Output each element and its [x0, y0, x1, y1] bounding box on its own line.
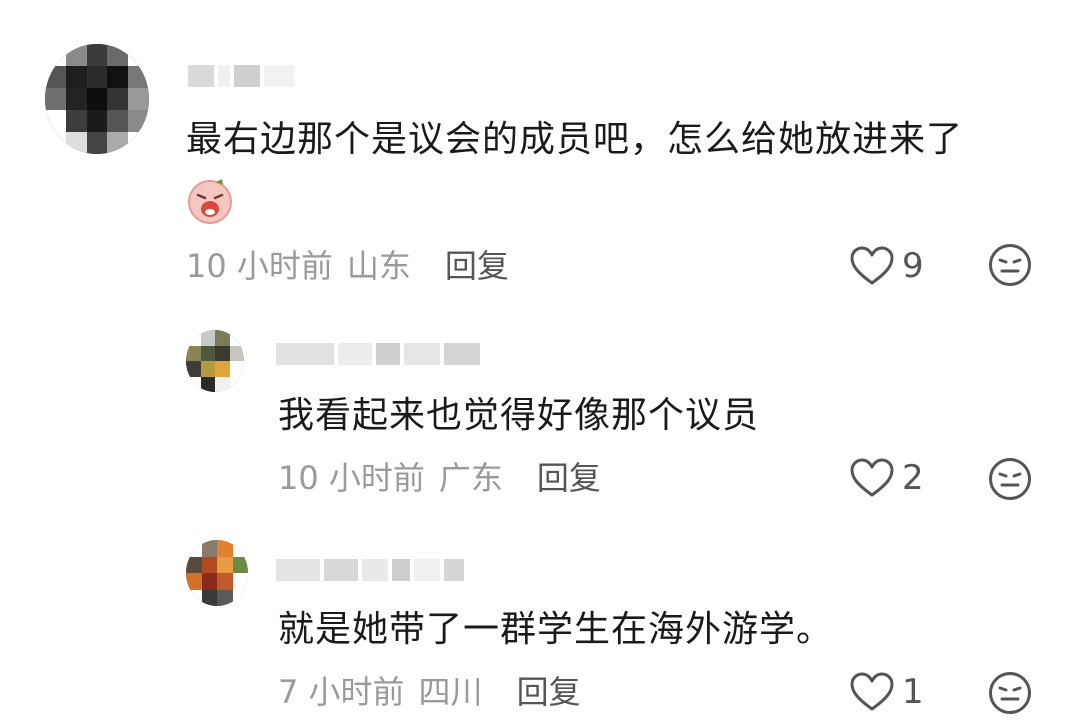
reply-button[interactable]: 回复: [537, 453, 601, 499]
like-count: 1: [902, 672, 924, 712]
like-count: 2: [902, 458, 924, 498]
timestamp: 7 小时前: [278, 673, 405, 711]
avatar[interactable]: [186, 330, 244, 392]
username-blurred[interactable]: [276, 336, 480, 372]
heart-outline-icon: [850, 246, 894, 285]
like-button[interactable]: 2: [850, 456, 924, 500]
comment-meta: 10 小时前 山东 回复: [186, 242, 509, 286]
avatar[interactable]: [45, 44, 149, 154]
comment-text: 我看起来也觉得好像那个议员: [278, 395, 760, 436]
location: 山东: [346, 247, 411, 285]
comment-meta: 7 小时前 四川 回复: [278, 668, 581, 712]
comment-meta: 10 小时前 广东 回复: [278, 454, 601, 498]
like-count: 9: [902, 246, 924, 286]
reply-button[interactable]: 回复: [517, 667, 581, 713]
meh-face-icon[interactable]: [988, 457, 1032, 501]
comment-text: 最右边那个是议会的成员吧，怎么给她放进来了: [186, 119, 964, 160]
crying-face-sticker-icon: [188, 179, 232, 224]
avatar[interactable]: [186, 540, 248, 606]
heart-outline-icon: [850, 672, 894, 711]
heart-outline-icon: [850, 458, 894, 497]
timestamp: 10 小时前: [278, 459, 425, 497]
comment-text: 就是她带了一群学生在海外游学。: [278, 609, 834, 650]
meh-face-icon[interactable]: [988, 243, 1032, 287]
meh-face-icon[interactable]: [988, 671, 1032, 715]
reply-button[interactable]: 回复: [445, 241, 509, 287]
username-blurred[interactable]: [188, 58, 294, 94]
location: 四川: [418, 673, 483, 711]
username-blurred[interactable]: [276, 552, 464, 588]
like-button[interactable]: 1: [850, 670, 924, 714]
location: 广东: [438, 459, 503, 497]
timestamp: 10 小时前: [186, 247, 333, 285]
like-button[interactable]: 9: [850, 244, 924, 288]
